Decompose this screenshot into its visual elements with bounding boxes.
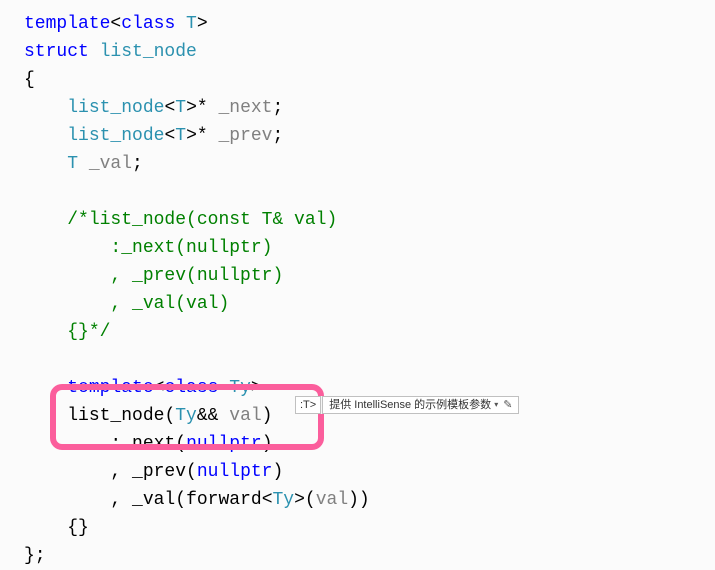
code-line: , _prev(nullptr) (24, 262, 715, 290)
code-line: {} (24, 514, 715, 542)
dropdown-icon[interactable]: ▾ (494, 391, 498, 419)
intellisense-text: 提供 IntelliSense 的示例模板参数 (329, 391, 491, 419)
code-line: , _val(forward<Ty>(val)) (24, 486, 715, 514)
edit-icon[interactable]: ✎ (503, 391, 512, 419)
code-line: , _val(val) (24, 290, 715, 318)
code-line: { (24, 66, 715, 94)
type-Ty: Ty (218, 378, 250, 398)
code-line: list_node<T>* _next; (24, 94, 715, 122)
intellisense-pill[interactable]: :T> (295, 396, 321, 414)
code-editor[interactable]: template<class T> struct list_node { lis… (24, 10, 715, 570)
code-line: list_node<T>* _prev; (24, 122, 715, 150)
code-line: T _val; (24, 150, 715, 178)
code-line: :_next(nullptr) (24, 234, 715, 262)
member-val: _val (78, 154, 132, 174)
blank-line (24, 346, 715, 374)
code-line: :_next(nullptr) (24, 430, 715, 458)
code-line: struct list_node (24, 38, 715, 66)
param-val: val (229, 406, 261, 426)
code-line: /*list_node(const T& val) (24, 206, 715, 234)
code-line: template<class T> (24, 10, 715, 38)
member-next: _next (218, 98, 272, 118)
blank-line (24, 178, 715, 206)
code-line: , _prev(nullptr) (24, 458, 715, 486)
comment-block: /*list_node(const T& val) (67, 210, 337, 230)
code-line: {}*/ (24, 318, 715, 346)
type-list-node: list_node (89, 42, 197, 62)
intellisense-body[interactable]: 提供 IntelliSense 的示例模板参数 ▾ ✎ (322, 396, 519, 414)
keyword-struct: struct (24, 42, 89, 62)
keyword-nullptr: nullptr (186, 434, 262, 454)
code-line: }; (24, 542, 715, 570)
keyword-class: class (121, 14, 175, 34)
type-T: T (175, 14, 197, 34)
member-prev: _prev (218, 126, 272, 146)
intellisense-template-bar[interactable]: :T> 提供 IntelliSense 的示例模板参数 ▾ ✎ (295, 396, 519, 414)
intellisense-pill-text: :T> (300, 391, 316, 419)
keyword-template: template (24, 14, 110, 34)
